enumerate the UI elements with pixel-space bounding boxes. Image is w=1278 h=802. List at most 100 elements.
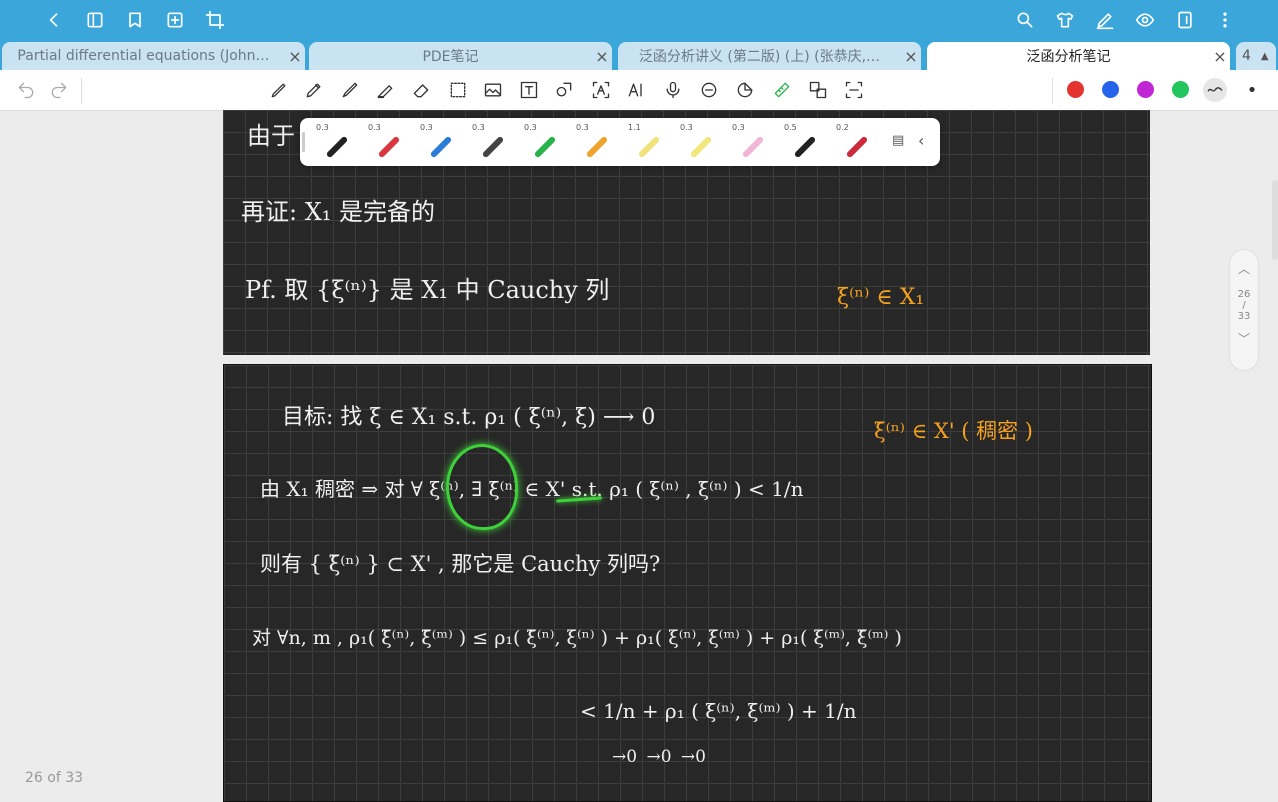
pen-icon — [377, 135, 401, 159]
text-box-icon[interactable] — [517, 78, 541, 102]
text-recognize-icon[interactable] — [589, 78, 613, 102]
shirt-icon[interactable] — [1053, 8, 1077, 32]
pen-tray-menu-icon[interactable]: ▤ — [892, 133, 908, 151]
pen-preset[interactable]: 0.3 — [466, 118, 516, 166]
tab-count: 4 — [1242, 48, 1251, 64]
brush-pen-icon[interactable] — [338, 78, 362, 102]
tab-john-pde[interactable]: Partial differential equations (John… × — [2, 42, 305, 70]
pen-icon — [689, 135, 713, 159]
color-red-swatch[interactable] — [1067, 81, 1084, 98]
add-page-icon[interactable] — [163, 8, 187, 32]
page-indicator: 26 of 33 — [25, 770, 84, 786]
pen-preset[interactable]: 0.3 — [674, 118, 724, 166]
pen-preset[interactable]: 1.1 — [622, 118, 672, 166]
handwriting-line: 再证: X₁ 是完备的 — [241, 198, 436, 226]
total-pages: 33 — [1237, 311, 1251, 322]
highlighter-icon[interactable] — [373, 78, 397, 102]
page-navigator: ︿ 26 / 33 ﹀ — [1230, 250, 1258, 370]
pen-icon — [741, 135, 765, 159]
pen-preset[interactable]: 0.3 — [726, 118, 776, 166]
drawing-toolbar: • — [0, 70, 1278, 111]
color-blue-swatch[interactable] — [1102, 81, 1119, 98]
tab-label: PDE笔记 — [422, 49, 479, 65]
tab-label: 泛函分析讲义 (第二版) (上) (张恭庆,… — [638, 49, 881, 65]
collapse-chevron-icon[interactable]: ‹ — [918, 131, 924, 150]
search-icon[interactable] — [1013, 8, 1037, 32]
more-vertical-icon[interactable] — [1213, 8, 1237, 32]
pen-preset[interactable]: 0.2 — [830, 118, 880, 166]
pen-width-label: 0.3 — [576, 123, 589, 132]
pencil-icon[interactable] — [302, 78, 326, 102]
pen-width-label: 0.3 — [420, 123, 433, 132]
close-icon[interactable]: × — [592, 47, 612, 66]
stroke-size-icon[interactable]: • — [1240, 78, 1264, 102]
pen-width-label: 0.3 — [680, 123, 693, 132]
pen-width-label: 0.5 — [784, 123, 797, 132]
sticker-icon[interactable] — [733, 78, 757, 102]
handwriting-line: →0 →0 →0 — [612, 747, 706, 767]
math-recognize-icon[interactable] — [697, 78, 721, 102]
redo-icon[interactable] — [47, 78, 71, 102]
close-icon[interactable]: × — [901, 47, 921, 66]
eye-icon[interactable] — [1133, 8, 1157, 32]
book-icon[interactable] — [83, 8, 107, 32]
handwriting-annotation: ξ⁽ⁿ⁾ ∈ X₁ — [837, 285, 925, 310]
pen-preset[interactable]: 0.3 — [570, 118, 620, 166]
image-icon[interactable] — [481, 78, 505, 102]
page-up-icon[interactable]: ︿ — [1230, 260, 1258, 277]
close-icon[interactable]: × — [1210, 47, 1230, 66]
pen-width-label: 0.3 — [524, 123, 537, 132]
microphone-icon[interactable] — [661, 78, 685, 102]
handwriting-line: 由于 — [247, 122, 295, 150]
ruler-pen-icon[interactable] — [770, 78, 794, 102]
pen-tray: ▤ ‹ 0.3 0.3 0.3 0.3 0.3 0.3 1.1 0.3 0.3 0.5 0.2 — [300, 118, 940, 166]
pen-width-label: 1.1 — [628, 123, 641, 132]
handwriting-line: Pf. 取 {ξ⁽ⁿ⁾} 是 X₁ 中 Cauchy 列 — [245, 276, 610, 304]
page-separator: / — [1242, 300, 1246, 311]
pen-preset[interactable]: 0.3 — [518, 118, 568, 166]
undo-icon[interactable] — [14, 78, 38, 102]
fountain-pen-icon[interactable] — [267, 78, 291, 102]
ocr-icon[interactable] — [842, 78, 866, 102]
handwriting-line: 目标: 找 ξ ∈ X₁ s.t. ρ₁ ( ξ⁽ⁿ⁾, ξ) ⟶ 0 — [282, 405, 656, 430]
document-tabs: Partial differential equations (John… × … — [0, 40, 1278, 70]
pen-preset[interactable]: 0.3 — [310, 118, 360, 166]
pen-icon — [533, 135, 557, 159]
pen-mode-icon[interactable] — [1093, 8, 1117, 32]
scrollbar[interactable] — [1272, 180, 1278, 260]
pen-preset[interactable]: 0.3 — [362, 118, 412, 166]
eraser-icon[interactable] — [409, 78, 433, 102]
split-view-icon[interactable] — [1173, 8, 1197, 32]
color-green-swatch[interactable] — [1172, 81, 1189, 98]
pen-icon — [637, 135, 661, 159]
back-icon[interactable] — [42, 8, 66, 32]
handwriting-line: 由 X₁ 稠密 ⇒ 对 ∀ ξ⁽ⁿ⁾, ∃ ξ̄⁽ⁿ⁾ ∈ X' s.t. ρ₁… — [260, 477, 804, 501]
drag-handle[interactable] — [302, 132, 305, 152]
pen-icon — [429, 135, 453, 159]
crop-icon[interactable] — [203, 8, 227, 32]
lasso-select-icon[interactable] — [446, 78, 470, 102]
stroke-style-icon[interactable] — [1203, 78, 1227, 102]
pen-icon — [845, 135, 869, 159]
pen-preset[interactable]: 0.5 — [778, 118, 828, 166]
handwriting-line: 对 ∀n, m , ρ₁( ξ̄⁽ⁿ⁾, ξ̄⁽ᵐ⁾ ) ≤ ρ₁( ξ̄⁽ⁿ⁾… — [252, 627, 902, 649]
page-down-icon[interactable]: ﹀ — [1230, 330, 1258, 347]
tab-label: 泛函分析笔记 — [1026, 49, 1111, 65]
pen-icon — [585, 135, 609, 159]
tab-functional-analysis-book[interactable]: 泛函分析讲义 (第二版) (上) (张恭庆,… × — [618, 42, 921, 70]
pen-width-label: 0.3 — [732, 123, 745, 132]
translate-icon[interactable] — [806, 78, 830, 102]
pen-preset[interactable]: 0.3 — [414, 118, 464, 166]
note-page[interactable]: 目标: 找 ξ ∈ X₁ s.t. ρ₁ ( ξ⁽ⁿ⁾, ξ) ⟶ 0 ξ̄⁽ⁿ… — [223, 364, 1152, 802]
pen-icon — [481, 135, 505, 159]
shape-icon[interactable] — [552, 78, 576, 102]
pen-icon — [325, 135, 349, 159]
close-icon[interactable]: × — [285, 47, 305, 66]
tab-functional-analysis-notes[interactable]: 泛函分析笔记 × — [927, 42, 1230, 70]
bookmark-icon[interactable] — [123, 8, 147, 32]
handwriting-line: 则有 { ξ̄⁽ⁿ⁾ } ⊂ X' , 那它是 Cauchy 列吗? — [260, 552, 661, 576]
color-purple-swatch[interactable] — [1137, 81, 1154, 98]
ai-icon[interactable] — [624, 78, 648, 102]
tab-pde-notes[interactable]: PDE笔记 × — [309, 42, 612, 70]
tab-overflow[interactable]: 4 ▲ — [1236, 42, 1276, 70]
